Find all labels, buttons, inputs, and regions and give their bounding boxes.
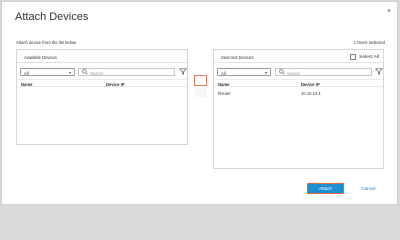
dialog-title: Attach Devices: [15, 11, 89, 23]
device-ip-cell: 10.10.10.1: [301, 91, 321, 96]
chevron-down-icon: ▾: [264, 70, 267, 75]
filter-icon[interactable]: [178, 68, 188, 77]
chevron-down-icon: ▾: [68, 70, 71, 75]
selected-count: 1 Items Selected: [353, 40, 385, 45]
available-devices-title: Available Devices: [24, 55, 57, 60]
available-table-header: Name Device IP: [17, 79, 187, 87]
selected-filter-select[interactable]: All ▾: [217, 68, 271, 76]
move-right-button[interactable]: [194, 75, 207, 86]
selected-devices-header: Selected Devices Select All: [214, 50, 383, 63]
search-icon: [279, 69, 285, 77]
available-devices-header: Available Devices: [17, 50, 187, 63]
selected-devices-title: Selected Devices: [221, 55, 254, 60]
dialog-subtitle: Attach device from the list below: [16, 40, 77, 45]
cancel-button[interactable]: Cancel: [356, 183, 381, 194]
column-device-ip: Device IP: [106, 81, 125, 87]
available-devices-panel: Available Devices All ▾ Search Name Devi…: [16, 49, 188, 145]
column-name: Name: [218, 81, 230, 87]
checkbox-box[interactable]: [350, 54, 357, 60]
column-name: Name: [21, 81, 33, 87]
device-name-cell: Router: [218, 91, 231, 96]
attach-button[interactable]: Attach: [307, 183, 344, 194]
select-all-checkbox[interactable]: Select All: [350, 54, 379, 60]
available-search-input[interactable]: Search: [78, 68, 175, 76]
selected-filter-value: All: [221, 70, 226, 76]
move-left-button[interactable]: [195, 88, 207, 97]
available-search-placeholder: Search: [90, 70, 104, 76]
selected-search-input[interactable]: Search: [275, 68, 372, 76]
available-filter-value: All: [24, 70, 29, 76]
table-row[interactable]: Router 10.10.10.1: [214, 91, 383, 98]
selected-devices-panel: Selected Devices Select All All ▾ Search…: [213, 49, 384, 169]
filter-icon[interactable]: [374, 68, 384, 77]
select-all-label: Select All: [359, 54, 379, 60]
search-icon: [82, 69, 88, 77]
attach-devices-dialog: Attach Devices × Attach device from the …: [1, 1, 398, 205]
close-icon[interactable]: ×: [387, 8, 391, 15]
column-device-ip: Device IP: [301, 81, 320, 87]
selected-search-placeholder: Search: [287, 70, 301, 76]
selected-table-header: Name Device IP: [214, 79, 383, 87]
available-filter-select[interactable]: All ▾: [20, 68, 75, 76]
